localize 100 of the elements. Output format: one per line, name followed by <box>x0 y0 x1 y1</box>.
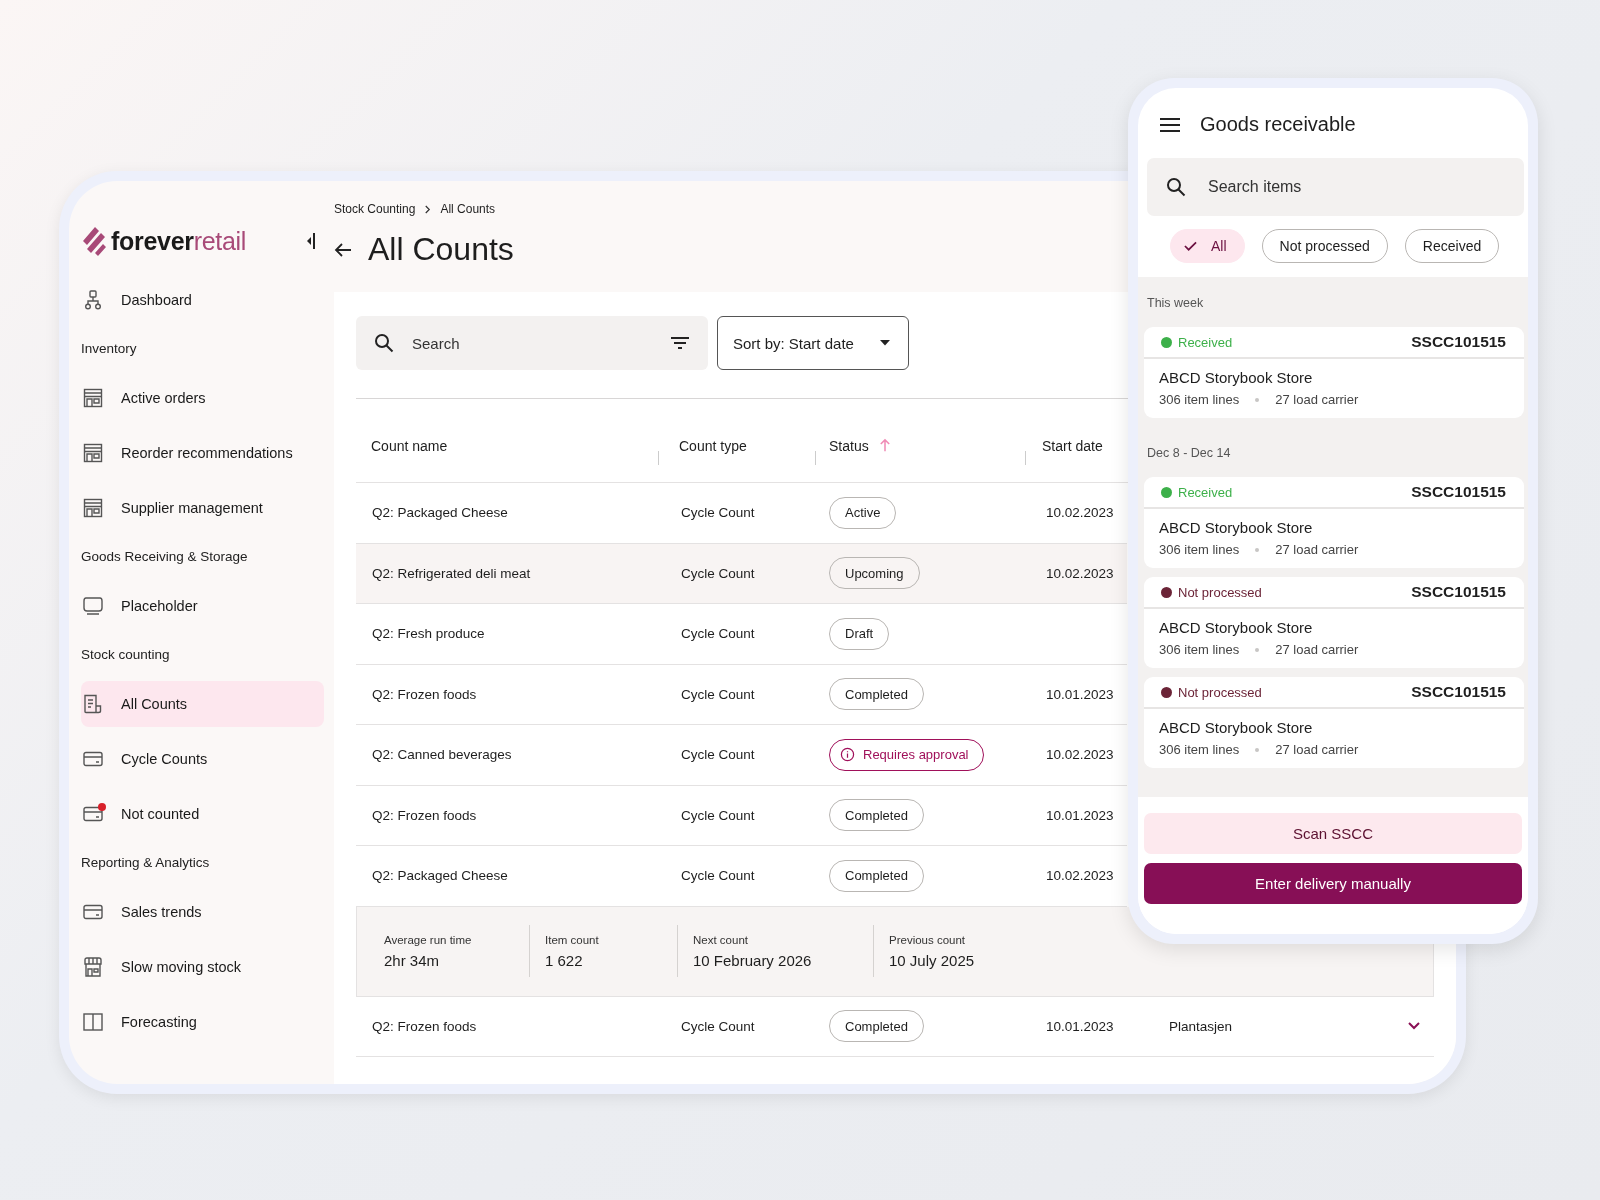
delivery-status: Received <box>1161 334 1233 350</box>
start-date-cell: 10.01.2023 <box>1046 686 1114 702</box>
nav-item[interactable]: All Counts <box>81 680 324 727</box>
back-arrow-icon[interactable] <box>334 241 352 258</box>
column-header[interactable]: Status <box>829 437 891 454</box>
stat-label: Previous count <box>889 933 967 946</box>
count-name-cell: Q2: Frozen foods <box>372 686 477 702</box>
nav-item[interactable]: Reorder recommendations <box>81 429 324 476</box>
nav-item[interactable]: Slow moving stock <box>81 943 324 990</box>
building-icon <box>83 497 103 518</box>
menu-icon[interactable] <box>1160 117 1180 132</box>
count-type-cell: Cycle Count <box>681 505 755 521</box>
search-bar[interactable]: Search items <box>1147 158 1524 216</box>
start-date-cell: 10.01.2023 <box>1046 1018 1114 1034</box>
nav-item[interactable]: Not counted <box>81 790 324 837</box>
hierarchy-icon <box>83 289 103 310</box>
item-lines-count: 306 item lines <box>1159 642 1240 657</box>
checkmark-icon <box>1184 241 1197 251</box>
table-row[interactable]: Q2: Frozen foods Cycle Count Completed 10.01.2023 <box>356 785 1127 846</box>
nav-item[interactable]: Active orders <box>81 374 324 421</box>
table-row[interactable]: Q2: Refrigerated deli meat Cycle Count Upcoming 10.02.2023 <box>356 543 1127 604</box>
delivery-status: Not processed <box>1161 584 1262 600</box>
count-type-cell: Cycle Count <box>681 868 755 884</box>
table-row[interactable]: Q2: Fresh produce Cycle Count Draft <box>356 604 1127 665</box>
store-name: ABCD Storybook Store <box>1159 619 1314 636</box>
count-type-cell: Cycle Count <box>681 807 755 823</box>
table-row[interactable]: Q2: Frozen foods Cycle Count Completed 10.01.2023 Plantasjen <box>356 996 1434 1057</box>
nav-item[interactable]: Supplier management <box>81 484 324 531</box>
card-icon <box>83 903 103 920</box>
stat-label: Item count <box>545 933 600 946</box>
nav-section-label: Stock counting <box>81 646 170 664</box>
sscc-code: SSCC101515 <box>1411 583 1506 601</box>
item-lines-count: 306 item lines <box>1159 392 1240 407</box>
storefront-icon <box>83 956 103 977</box>
logo-stripes-icon <box>81 225 107 257</box>
sscc-code: SSCC101515 <box>1411 333 1506 351</box>
breadcrumb-link[interactable]: Stock Counting <box>334 202 416 216</box>
group-heading: This week <box>1146 295 1204 312</box>
store-name: ABCD Storybook Store <box>1159 369 1314 386</box>
search-input[interactable]: Search items <box>1206 177 1505 197</box>
building-icon <box>83 442 103 463</box>
store-name: ABCD Storybook Store <box>1159 719 1314 736</box>
breadcrumb-link[interactable]: All Counts <box>440 202 496 216</box>
count-name-cell: Q2: Packaged Cheese <box>372 505 508 521</box>
action-button[interactable]: Enter delivery manually <box>1144 863 1522 904</box>
delivery-card[interactable]: Not processed SSCC101515 ABCD Storybook Store 306 item lines 27 load carrier <box>1144 677 1524 768</box>
screen-title: Goods receivable <box>1200 113 1356 136</box>
stat-label: Next count <box>693 933 749 946</box>
collapse-sidebar-icon[interactable] <box>306 232 316 250</box>
column-header[interactable]: Count type <box>679 437 747 454</box>
search-bar[interactable]: Search <box>356 316 708 370</box>
logo: foreverretail <box>81 225 247 257</box>
start-date-cell: 10.02.2023 <box>1046 868 1114 884</box>
nav-section-label: Inventory <box>81 340 137 358</box>
group-heading: Dec 8 - Dec 14 <box>1146 445 1231 462</box>
nav-section-label: Reporting & Analytics <box>81 854 210 872</box>
tray-icon <box>83 595 103 616</box>
sort-dropdown[interactable]: Sort by: Start date <box>717 316 909 370</box>
filter-chip[interactable]: All <box>1170 229 1245 263</box>
count-type-cell: Cycle Count <box>681 1018 755 1034</box>
delivery-status: Not processed <box>1161 684 1262 700</box>
count-type-cell: Cycle Count <box>681 686 755 702</box>
stat-value: 10 July 2025 <box>889 951 975 969</box>
nav-item[interactable]: Placeholder <box>81 582 324 629</box>
delivery-card[interactable]: Not processed SSCC101515 ABCD Storybook Store 306 item lines 27 load carrier <box>1144 577 1524 668</box>
load-carrier-count: 27 load carrier <box>1275 742 1359 757</box>
count-name-cell: Q2: Frozen foods <box>372 807 477 823</box>
filter-icon[interactable] <box>670 336 690 350</box>
count-name-cell: Q2: Packaged Cheese <box>372 868 508 884</box>
stat-label: Average run time <box>384 933 473 946</box>
start-date-cell: 10.02.2023 <box>1046 747 1114 763</box>
store-name: ABCD Storybook Store <box>1159 519 1314 536</box>
delivery-card[interactable]: Received SSCC101515 ABCD Storybook Store 306 item lines 27 load carrier <box>1144 477 1524 568</box>
action-button[interactable]: Scan SSCC <box>1144 813 1522 854</box>
item-lines-count: 306 item lines <box>1159 742 1240 757</box>
chevron-down-icon[interactable] <box>1408 1022 1420 1031</box>
count-name-cell: Q2: Frozen foods <box>372 1018 477 1034</box>
count-type-cell: Cycle Count <box>681 626 755 642</box>
start-date-cell: 10.02.2023 <box>1046 505 1114 521</box>
search-icon <box>374 333 394 353</box>
load-carrier-count: 27 load carrier <box>1275 542 1359 557</box>
table-row[interactable]: Q2: Packaged Cheese Cycle Count Completed 10.02.2023 <box>356 846 1127 907</box>
nav-item[interactable]: Dashboard <box>81 276 324 323</box>
table-row[interactable]: Q2: Packaged Cheese Cycle Count Active 10.02.2023 <box>356 483 1127 544</box>
nav-item[interactable]: Cycle Counts <box>81 735 324 782</box>
document-icon <box>83 693 103 714</box>
search-icon <box>1166 177 1186 197</box>
page-title: All Counts <box>368 231 514 268</box>
nav-item[interactable]: Forecasting <box>81 998 324 1045</box>
delivery-card[interactable]: Received SSCC101515 ABCD Storybook Store 306 item lines 27 load carrier <box>1144 327 1524 418</box>
nav-item[interactable]: Sales trends <box>81 888 324 935</box>
column-header[interactable]: Count name <box>371 437 448 454</box>
count-name-cell: Q2: Fresh produce <box>372 626 485 642</box>
load-carrier-count: 27 load carrier <box>1275 392 1359 407</box>
table-row[interactable]: Q2: Frozen foods Cycle Count Completed 10.01.2023 <box>356 664 1127 725</box>
sscc-code: SSCC101515 <box>1411 683 1506 701</box>
building-icon <box>83 387 103 408</box>
column-header[interactable]: Start date <box>1042 437 1103 454</box>
table-row[interactable]: Q2: Canned beverages Cycle Count Requires approval 10.02.2023 <box>356 725 1127 786</box>
search-input[interactable]: Search <box>410 333 654 353</box>
